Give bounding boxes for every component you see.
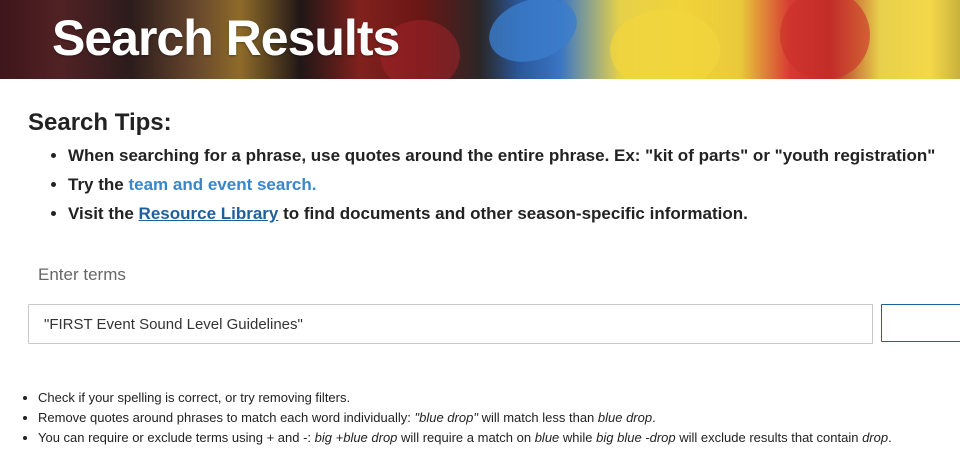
- help-text: while: [559, 430, 597, 445]
- search-tips-heading: Search Tips:: [28, 109, 172, 136]
- help-text: You can require or exclude terms using +…: [38, 430, 315, 445]
- page-title: Search Results: [52, 10, 400, 66]
- help-item: Check if your spelling is correct, or tr…: [38, 388, 958, 408]
- team-event-search-link[interactable]: team and event search.: [128, 175, 316, 194]
- tip-item: Try the team and event search.: [68, 170, 960, 199]
- help-example: blue drop: [597, 410, 653, 425]
- help-text: will require a match on: [397, 430, 535, 445]
- help-item: You can require or exclude terms using +…: [38, 428, 958, 448]
- help-text: will exclude results that contain: [675, 430, 863, 445]
- help-item: Remove quotes around phrases to match ea…: [38, 408, 958, 428]
- tip-text: Visit the: [68, 204, 139, 223]
- help-text: will match less than: [477, 410, 598, 425]
- hero-photo-accent: [480, 0, 586, 73]
- tip-text: When searching for a phrase, use quotes …: [68, 146, 936, 165]
- tip-item: Visit the Resource Library to find docum…: [68, 199, 960, 228]
- help-text: .: [652, 410, 656, 425]
- help-example: blue: [534, 430, 560, 445]
- help-text: Check if your spelling is correct, or tr…: [38, 390, 351, 405]
- help-text: .: [888, 430, 892, 445]
- help-example: big blue -drop: [596, 430, 676, 445]
- hero-photo-accent: [610, 10, 720, 79]
- search-help-list: Check if your spelling is correct, or tr…: [0, 388, 958, 448]
- hero-banner: Search Results: [0, 0, 960, 79]
- tip-text: to find documents and other season-speci…: [278, 204, 748, 223]
- resource-library-link[interactable]: Resource Library: [139, 204, 279, 223]
- help-example: big +blue drop: [314, 430, 398, 445]
- search-input[interactable]: [28, 304, 873, 344]
- search-label: Enter terms: [38, 265, 126, 284]
- search-button[interactable]: [881, 304, 960, 342]
- search-tips-list: When searching for a phrase, use quotes …: [28, 141, 960, 228]
- help-example: "blue drop": [414, 410, 478, 425]
- hero-photo-accent: [780, 0, 870, 79]
- tip-text: Try the: [68, 175, 129, 194]
- help-text: Remove quotes around phrases to match ea…: [38, 410, 415, 425]
- help-example: drop: [862, 430, 889, 445]
- tip-item: When searching for a phrase, use quotes …: [68, 141, 960, 170]
